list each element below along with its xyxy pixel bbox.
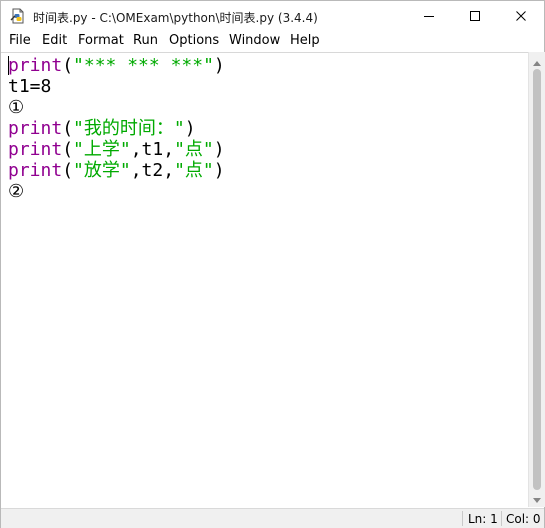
status-divider (462, 511, 463, 526)
maximize-button[interactable] (452, 1, 498, 31)
status-column-number: Col: 0 (506, 512, 541, 526)
code-line: ① (8, 97, 25, 118)
menu-edit[interactable]: Edit (42, 33, 67, 48)
triangle-down-icon (533, 489, 541, 508)
code-line: ② (8, 181, 25, 202)
menu-bar: File Edit Format Run Options Window Help (1, 31, 544, 51)
status-line-number: Ln: 1 (468, 512, 498, 526)
scroll-down-button[interactable] (529, 490, 545, 506)
scrollbar-thumb[interactable] (533, 69, 541, 490)
menu-help[interactable]: Help (290, 33, 320, 48)
menu-format[interactable]: Format (78, 33, 124, 48)
idle-editor-window: 时间表.py - C:\OMExam\python\时间表.py (3.4.4)… (0, 0, 545, 528)
maximize-icon (469, 10, 481, 22)
menu-options[interactable]: Options (169, 33, 219, 48)
code-line: print("我的时间：") (8, 118, 196, 139)
close-icon (515, 10, 527, 22)
minimize-icon (423, 10, 435, 22)
code-line: print("放学",t2,"点") (8, 160, 225, 181)
window-title: 时间表.py - C:\OMExam\python\时间表.py (3.4.4) (33, 11, 318, 25)
menu-run[interactable]: Run (133, 33, 158, 48)
scroll-up-button[interactable] (529, 52, 545, 68)
triangle-up-icon (533, 51, 541, 70)
code-line: t1=8 (8, 76, 52, 97)
menu-window[interactable]: Window (229, 33, 280, 48)
code-editor[interactable]: print("*** *** ***") t1=8 ① print("我的时间：… (1, 52, 528, 508)
vertical-scrollbar[interactable] (528, 52, 545, 507)
status-bar: Ln: 1 Col: 0 (1, 508, 544, 528)
code-line: print("*** *** ***") (8, 55, 225, 76)
idle-python-file-icon (10, 8, 26, 24)
title-bar[interactable]: 时间表.py - C:\OMExam\python\时间表.py (3.4.4) (1, 1, 544, 31)
status-divider (501, 511, 502, 526)
minimize-button[interactable] (406, 1, 452, 31)
menu-file[interactable]: File (9, 33, 31, 48)
close-button[interactable] (498, 1, 544, 31)
code-line: print("上学",t1,"点") (8, 139, 225, 160)
